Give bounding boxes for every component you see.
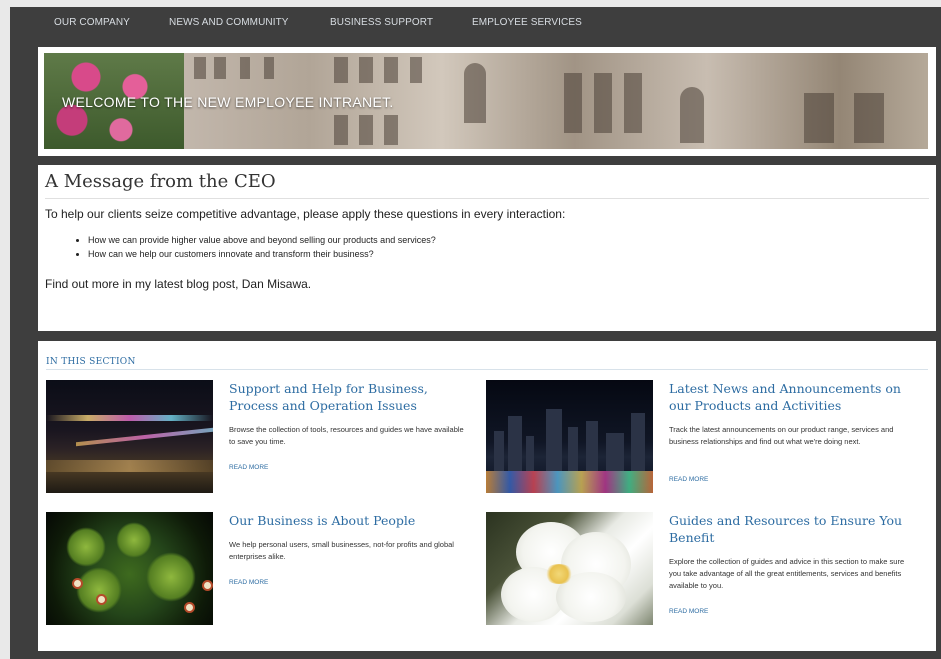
list-item: How we can provide higher value above an… xyxy=(88,233,436,247)
section-heading: IN THIS SECTION xyxy=(46,357,136,367)
nav-employee-services[interactable]: EMPLOYEE SERVICES xyxy=(472,17,582,28)
card-description: Explore the collection of guides and adv… xyxy=(669,557,905,590)
night-skyline-thumbnail[interactable] xyxy=(486,380,653,493)
card-description: Track the latest announcements on our pr… xyxy=(669,425,894,446)
read-more-link[interactable]: READ MORE xyxy=(669,608,708,615)
divider xyxy=(45,198,929,199)
ceo-message-title: A Message from the CEO xyxy=(45,171,276,192)
ceo-questions-list: How we can provide higher value above an… xyxy=(71,233,436,261)
list-item: How can we help our customers innovate a… xyxy=(88,247,436,261)
city-lights-thumbnail[interactable] xyxy=(46,380,213,493)
card-description: We help personal users, small businesses… xyxy=(229,540,454,561)
nav-business-support[interactable]: BUSINESS SUPPORT xyxy=(330,17,433,28)
read-more-link[interactable]: READ MORE xyxy=(229,464,268,471)
card-title-link[interactable]: Support and Help for Business, Process a… xyxy=(229,380,469,414)
card-guides-resources: Guides and Resources to Ensure You Benef… xyxy=(486,512,926,627)
ceo-intro-text: To help our clients seize competitive ad… xyxy=(45,207,566,221)
ceo-message-panel: A Message from the CEO To help our clien… xyxy=(38,165,936,331)
card-title-link[interactable]: Guides and Resources to Ensure You Benef… xyxy=(669,512,919,546)
succulent-plant-thumbnail[interactable] xyxy=(46,512,213,625)
read-more-link[interactable]: READ MORE xyxy=(229,579,268,586)
welcome-banner-image: WELCOME TO THE NEW EMPLOYEE INTRANET. xyxy=(44,53,928,149)
ceo-blog-link-text[interactable]: Find out more in my latest blog post, Da… xyxy=(45,277,311,291)
banner-welcome-text: WELCOME TO THE NEW EMPLOYEE INTRANET. xyxy=(62,94,394,110)
card-support-help: Support and Help for Business, Process a… xyxy=(46,380,476,495)
card-title-link[interactable]: Latest News and Announcements on our Pro… xyxy=(669,380,919,414)
divider xyxy=(46,369,928,370)
card-people: Our Business is About People We help per… xyxy=(46,512,476,627)
card-description: Browse the collection of tools, resource… xyxy=(229,425,464,446)
banner-container: WELCOME TO THE NEW EMPLOYEE INTRANET. xyxy=(38,47,936,156)
top-navigation: OUR COMPANY NEWS AND COMMUNITY BUSINESS … xyxy=(10,7,941,39)
white-flower-thumbnail[interactable] xyxy=(486,512,653,625)
nav-our-company[interactable]: OUR COMPANY xyxy=(54,17,130,28)
page-frame: OUR COMPANY NEWS AND COMMUNITY BUSINESS … xyxy=(10,7,941,659)
card-latest-news: Latest News and Announcements on our Pro… xyxy=(486,380,926,495)
card-title-link[interactable]: Our Business is About People xyxy=(229,512,469,529)
in-this-section-panel: IN THIS SECTION Support and Help for Bus… xyxy=(38,341,936,651)
nav-news-and-community[interactable]: NEWS AND COMMUNITY xyxy=(169,17,289,28)
read-more-link[interactable]: READ MORE xyxy=(669,476,708,483)
